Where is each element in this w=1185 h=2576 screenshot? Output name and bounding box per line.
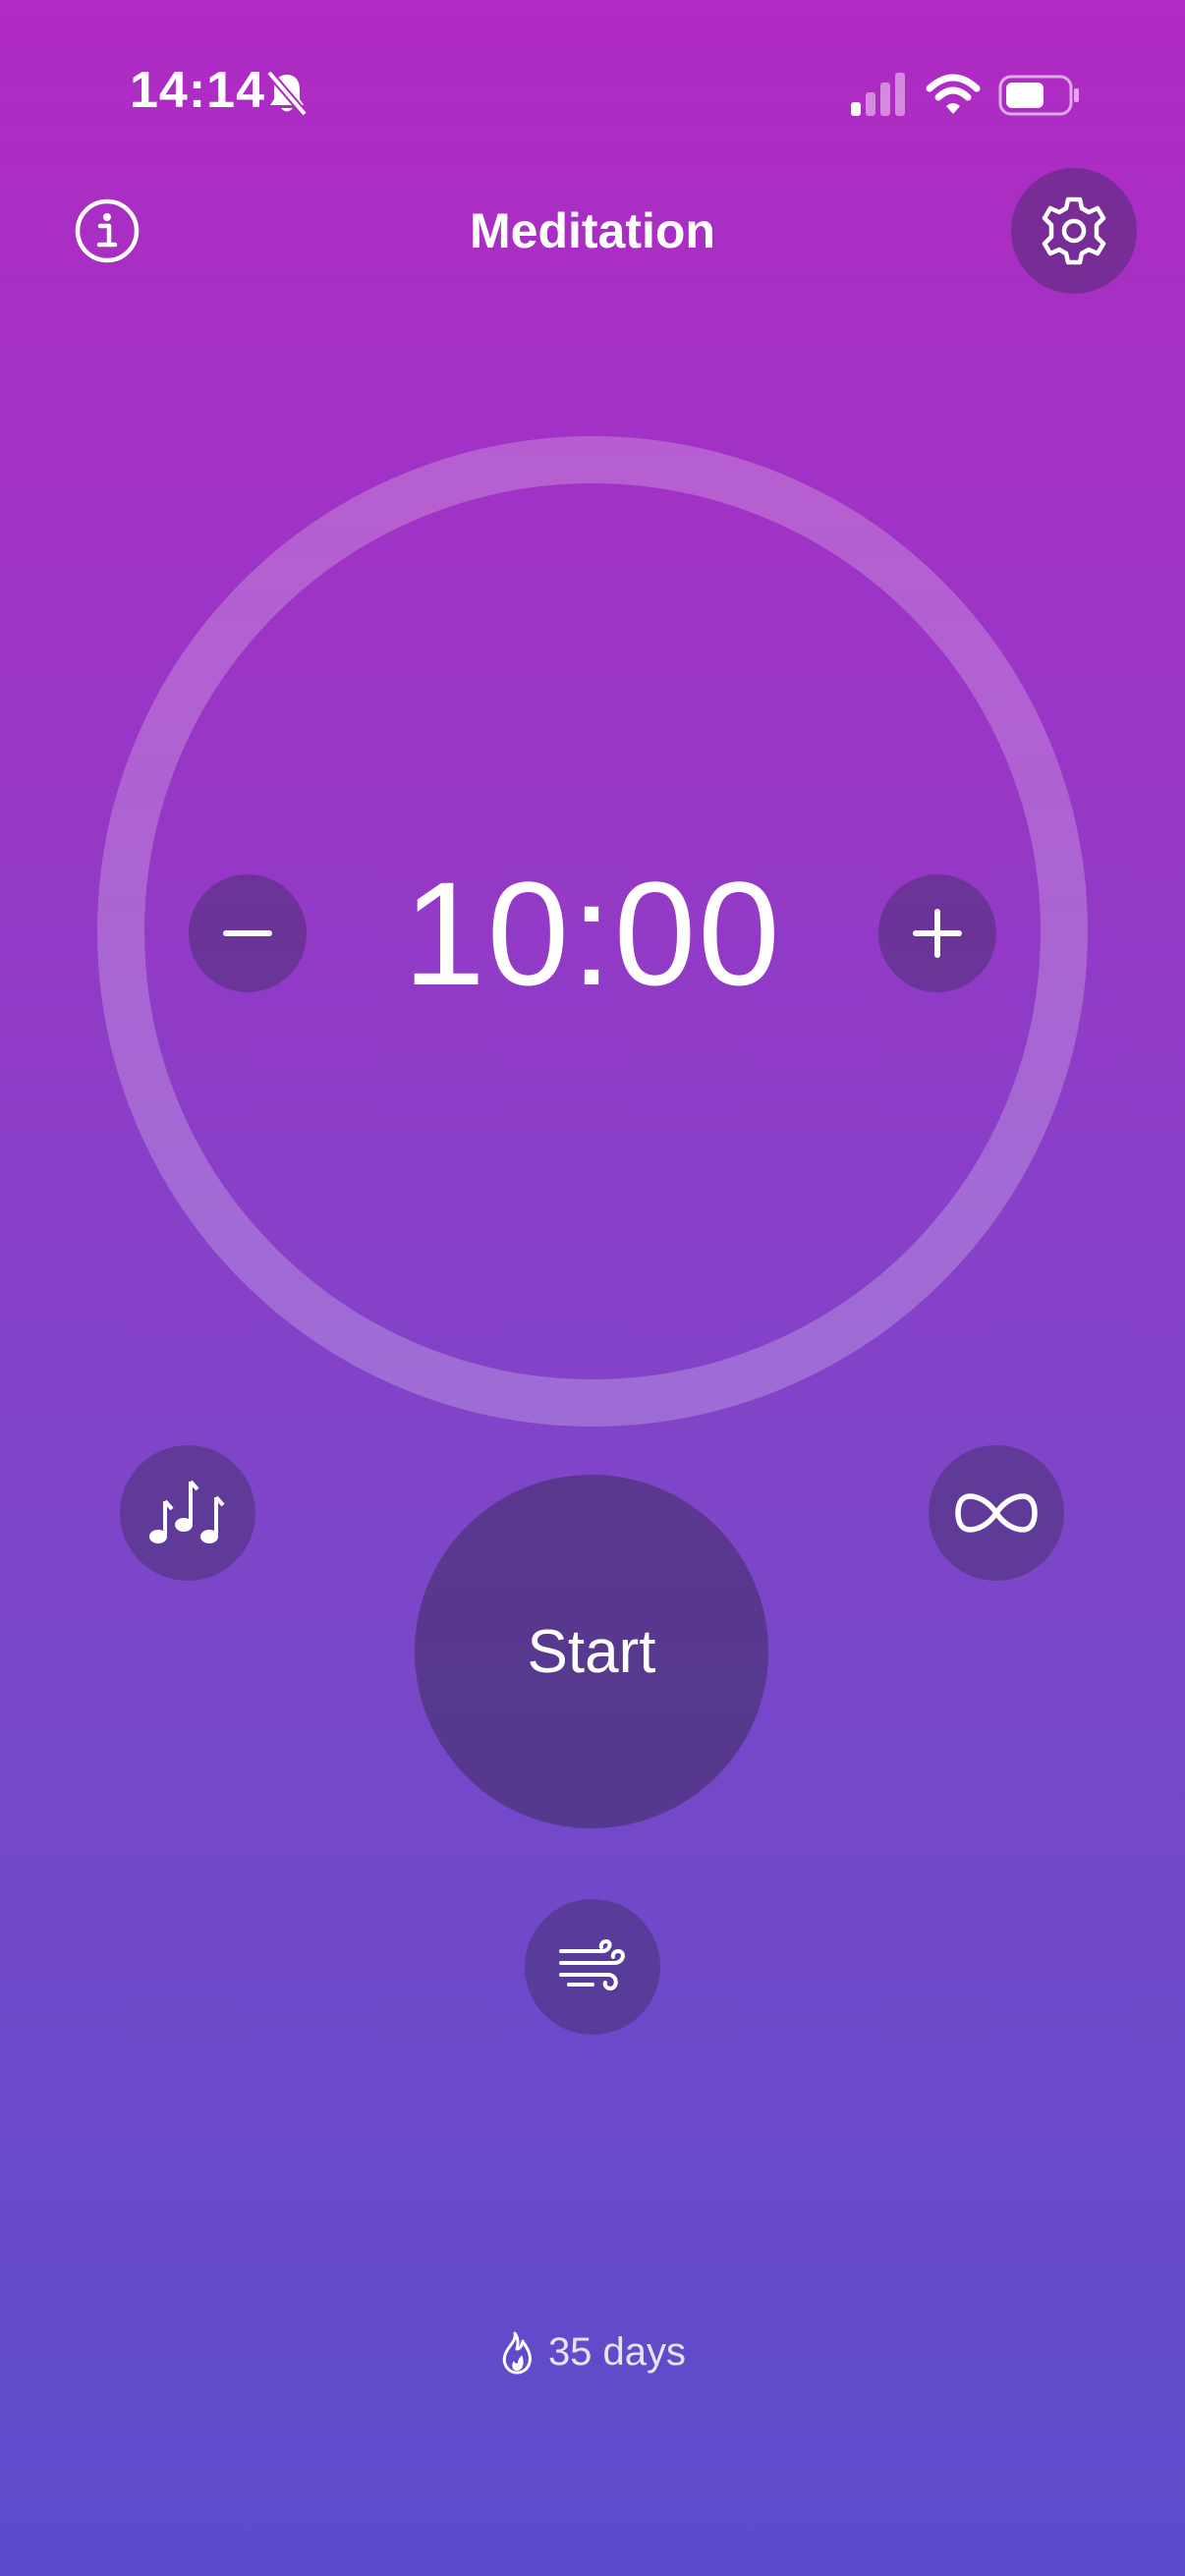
streak-label: 35 days	[547, 2330, 687, 2374]
start-button[interactable]: Start	[415, 1475, 768, 1828]
start-label: Start	[527, 1617, 656, 1686]
minus-icon	[223, 930, 272, 936]
increase-time-button[interactable]	[878, 874, 996, 992]
timer-display[interactable]: 10:00	[295, 845, 890, 1022]
wind-icon	[559, 1938, 625, 1991]
sound-button[interactable]	[120, 1445, 255, 1581]
repeat-button[interactable]	[929, 1445, 1064, 1581]
gear-icon	[1042, 196, 1106, 265]
wifi-icon	[926, 73, 981, 116]
flame-icon	[502, 2331, 532, 2374]
decrease-time-button[interactable]	[189, 874, 307, 992]
breathing-button[interactable]	[525, 1899, 660, 2035]
plus-icon	[913, 909, 962, 958]
bell-slash-icon	[265, 69, 309, 118]
music-notes-icon	[149, 1480, 225, 1543]
infinity-icon	[955, 1493, 1038, 1533]
streak-indicator: 35 days	[0, 2330, 1185, 2375]
page-title: Meditation	[470, 203, 715, 258]
cellular-signal-icon	[849, 73, 908, 116]
settings-button[interactable]	[1011, 168, 1137, 294]
status-time: 14:14	[130, 62, 265, 119]
battery-icon	[998, 75, 1081, 116]
